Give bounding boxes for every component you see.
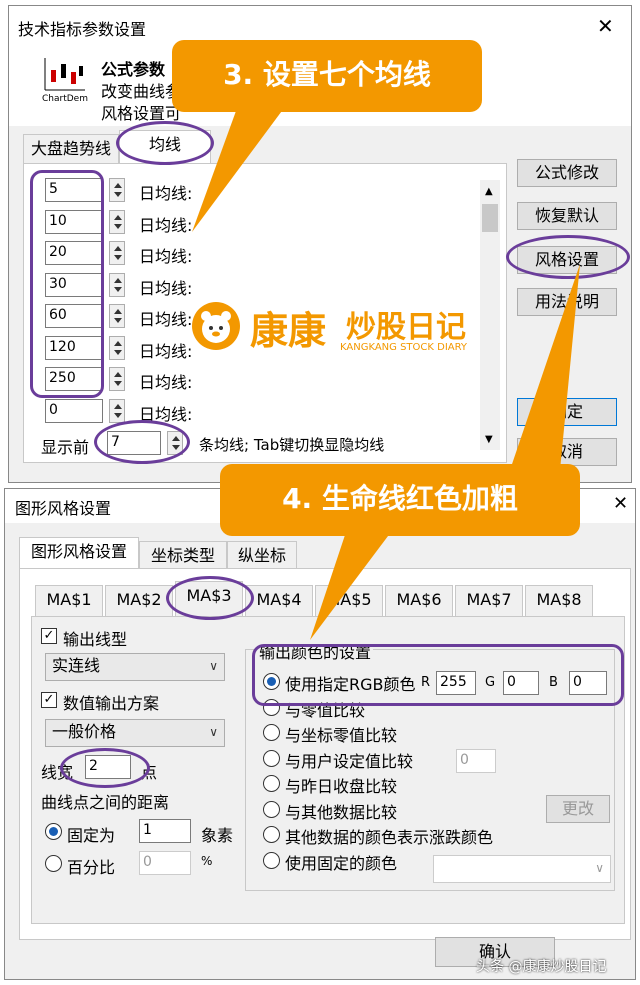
dialog1-titlebar: 技术指标参数设置 ✕: [9, 6, 631, 44]
header-line1: 改变曲线参: [101, 82, 182, 101]
dialog2-title: 图形风格设置: [15, 499, 112, 518]
callout-step4: 4. 生命线红色加粗: [220, 464, 580, 536]
ma-period-input[interactable]: 0: [45, 398, 103, 423]
percent-radio[interactable]: [45, 855, 62, 872]
callout-step3: 3. 设置七个均线: [172, 40, 482, 112]
dialog1-title: 技术指标参数设置: [18, 20, 147, 39]
price-type-select[interactable]: 一般价格 ∨: [45, 719, 225, 747]
fixed-color-select[interactable]: ∨: [433, 855, 611, 883]
fixed-input[interactable]: 1: [139, 819, 191, 843]
color-option-radio[interactable]: [263, 724, 280, 741]
output-line-label: 输出线型: [63, 630, 128, 649]
footer-watermark: 头条 @康康炒股日记: [476, 959, 607, 975]
fixed-radio[interactable]: [45, 823, 62, 840]
show-prefix: 显示前: [41, 438, 90, 457]
color-option-label: 其他数据的颜色表示涨跌颜色: [285, 828, 494, 847]
watermark-text: 炒股日记: [346, 310, 466, 345]
highlight-show-count: [94, 420, 190, 464]
scroll-up-icon[interactable]: ▲: [485, 186, 493, 197]
ma-period-spinner[interactable]: [109, 178, 125, 202]
chevron-down-icon: ∨: [209, 725, 218, 739]
ma-period-spinner[interactable]: [109, 367, 125, 391]
tab-ma-8[interactable]: MA$8: [525, 585, 593, 617]
ma-period-spinner[interactable]: [109, 335, 125, 360]
tab-graphic-style[interactable]: 图形风格设置: [19, 537, 139, 569]
ma-period-label: 日均线:: [139, 278, 193, 298]
color-option-radio[interactable]: [263, 749, 280, 767]
highlight-ma3-tab: [166, 576, 254, 620]
highlight-rgb: [252, 644, 624, 706]
callout4-pointer-up: [510, 264, 580, 470]
highlight-ma-values: [30, 170, 104, 398]
percent-label: 百分比: [67, 858, 116, 877]
callout3-pointer: [192, 100, 290, 232]
dialog1-close-icon[interactable]: ✕: [597, 14, 614, 38]
ma-period-spinner[interactable]: [109, 272, 125, 297]
color-option-radio[interactable]: [263, 775, 280, 792]
color-option-radio[interactable]: [263, 826, 280, 843]
highlight-line-width: [60, 748, 150, 788]
color-option-radio[interactable]: [263, 800, 280, 818]
change-button[interactable]: 更改: [546, 795, 610, 823]
mascot-icon: [201, 311, 231, 343]
ma-period-spinner[interactable]: [109, 398, 125, 423]
color-option-label: 使用固定的颜色: [285, 853, 398, 873]
distance-label: 曲线点之间的距离: [41, 793, 170, 812]
watermark-brand: 康康: [250, 309, 327, 353]
chart-logo-icon: [41, 56, 87, 92]
color-option-label: 与坐标零值比较: [285, 726, 398, 745]
fixed-label: 固定为: [67, 826, 116, 845]
user-value-input[interactable]: 0: [456, 749, 496, 773]
line-type-select[interactable]: 实连线 ∨: [45, 653, 225, 681]
ma-period-label: 日均线:: [139, 310, 193, 329]
ma-period-spinner[interactable]: [109, 241, 125, 265]
watermark-sub: KANGKANG STOCK DIARY: [340, 342, 468, 353]
tab-ma-1[interactable]: MA$1: [35, 585, 103, 617]
scroll-thumb[interactable]: [482, 204, 498, 232]
formula-edit-button[interactable]: 公式修改: [517, 159, 617, 187]
ma-period-spinner[interactable]: [109, 304, 125, 328]
callout4-pointer-down: [310, 520, 400, 640]
header-title: 公式参数: [101, 60, 166, 79]
restore-default-button[interactable]: 恢复默认: [517, 202, 617, 230]
percent-unit: %: [201, 854, 213, 868]
logo-text: ChartDem: [42, 94, 88, 104]
tab-market-trend[interactable]: 大盘趋势线: [23, 134, 119, 164]
color-option-label: 与用户设定值比较: [285, 751, 414, 771]
output-line-checkbox[interactable]: ✓: [41, 628, 57, 644]
color-option-label: 与其他数据比较: [285, 802, 398, 822]
tab-vertical-axis[interactable]: 纵坐标: [227, 541, 297, 569]
ma-period-label: 日均线:: [139, 373, 193, 392]
ma-period-label: 日均线:: [139, 247, 193, 266]
tab-ma-2[interactable]: MA$2: [105, 585, 173, 617]
chevron-down-icon: ∨: [595, 861, 604, 875]
color-option-radio[interactable]: [263, 851, 280, 869]
fixed-unit: 象素: [201, 826, 234, 845]
chevron-down-icon: ∨: [209, 659, 218, 673]
tab-ma-7[interactable]: MA$7: [455, 585, 523, 617]
ma-period-spinner[interactable]: [109, 209, 125, 234]
watermark-logo: [192, 302, 240, 350]
ma-period-label: 日均线:: [139, 341, 193, 361]
dialog2-close-icon[interactable]: ✕: [613, 493, 628, 514]
value-output-label: 数值输出方案: [63, 694, 160, 713]
color-option-label: 与昨日收盘比较: [285, 777, 398, 796]
show-suffix: 条均线; Tab键切换显隐均线: [199, 436, 385, 454]
percent-input[interactable]: 0: [139, 851, 191, 875]
tab-axis-type[interactable]: 坐标类型: [139, 541, 227, 569]
value-output-checkbox[interactable]: ✓: [41, 692, 57, 708]
